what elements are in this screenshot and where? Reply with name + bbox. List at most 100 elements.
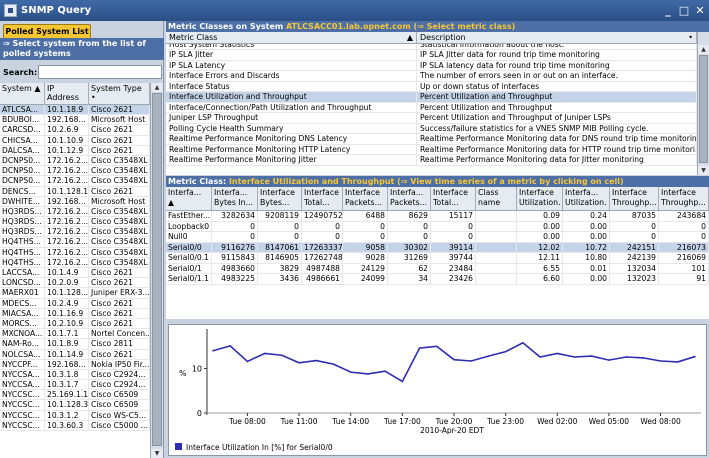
table-cell[interactable]: 39744 (431, 253, 476, 263)
table-row[interactable]: NAM-Ro... 10.1.8.9 Cisco 2811 (0, 339, 150, 350)
list-item[interactable]: Interface Status Up or down status of int… (166, 81, 697, 92)
table-cell[interactable]: 0 (388, 232, 431, 242)
table-cell[interactable]: 24129 (343, 263, 388, 273)
table-cell[interactable]: 0 (212, 232, 258, 242)
table-row[interactable]: NYCCSC... 10.1.128.3 Cisco C6509 (0, 400, 150, 411)
table-row[interactable]: FastEther... 3282634 9208119 12490752 6488 86… (166, 211, 709, 222)
table-row[interactable]: ATLCSA... 10.1.18.9 Cisco 2621 (0, 105, 150, 116)
column-header[interactable]: Interfa... Packets... (388, 187, 431, 210)
table-cell[interactable]: 9116276 (212, 242, 258, 252)
column-header[interactable]: Interface Total... (431, 187, 476, 210)
column-header[interactable]: Interface Bytes... (258, 187, 302, 210)
table-row[interactable]: HQ3RDS... 172.16.2... Cisco C3548XL (0, 227, 150, 238)
table-cell[interactable]: 9115843 (212, 253, 258, 263)
table-cell[interactable]: 132023 (610, 274, 659, 284)
table-cell[interactable] (476, 263, 517, 273)
table-cell[interactable]: FastEther... (166, 211, 212, 221)
table-cell[interactable]: 0.00 (563, 221, 610, 231)
table-cell[interactable]: Serial0/0.1 (166, 253, 212, 263)
table-cell[interactable]: 132034 (610, 263, 659, 273)
table-cell[interactable]: 6488 (343, 211, 388, 221)
table-cell[interactable]: 0 (388, 221, 431, 231)
table-cell[interactable]: 216069 (659, 253, 709, 263)
table-cell[interactable] (476, 274, 517, 284)
column-header[interactable]: System Type • (89, 83, 150, 104)
table-cell[interactable]: 9028 (343, 253, 388, 263)
table-cell[interactable]: 243684 (659, 211, 709, 221)
table-row[interactable]: LACCSA... 10.1.4.9 Cisco 2621 (0, 268, 150, 279)
table-cell[interactable]: 242151 (610, 242, 659, 252)
scroll-thumb[interactable] (699, 55, 708, 163)
table-cell[interactable]: 91 (659, 274, 709, 284)
table-cell[interactable] (476, 242, 517, 252)
table-cell[interactable]: 15117 (431, 211, 476, 221)
table-cell[interactable]: 0.00 (563, 274, 610, 284)
table-cell[interactable]: Null0 (166, 232, 212, 242)
table-cell[interactable]: 4987488 (302, 263, 343, 273)
table-row[interactable]: MAERX01 10.1.128... Juniper ERX-3... (0, 288, 150, 299)
table-cell[interactable]: 4983660 (212, 263, 258, 273)
table-cell[interactable]: 0.00 (517, 232, 563, 242)
list-item[interactable]: Juniper LSP Throughput Percent Utilizatio… (166, 113, 697, 124)
column-header[interactable]: Interfa... Utilization... (563, 187, 610, 210)
table-row[interactable]: CHICSA... 10.1.10.9 Cisco 2621 (0, 135, 150, 146)
table-cell[interactable]: 4986661 (302, 274, 343, 284)
table-row[interactable]: MIACSA... 10.1.16.9 Cisco 2621 (0, 308, 150, 319)
table-cell[interactable]: 23484 (431, 263, 476, 273)
table-row[interactable]: NYCCSC... 10.3.1.2 Cisco WS-C5... (0, 410, 150, 421)
table-row[interactable]: NYCCPF... 192.168... Nokia IP50 Fir... (0, 359, 150, 370)
table-row[interactable]: MORCS... 10.2.10.9 Cisco 2621 (0, 318, 150, 330)
table-cell[interactable]: 8629 (388, 211, 431, 221)
table-cell[interactable]: 101 (659, 263, 709, 273)
table-cell[interactable]: 0.09 (517, 211, 563, 221)
table-cell[interactable]: 24099 (343, 274, 388, 284)
list-item[interactable]: IP SLA Latency IP SLA latency data for ro… (166, 60, 697, 71)
table-row[interactable]: HQ3RDS... 172.16.2... Cisco C3548XL (0, 217, 150, 228)
table-row[interactable]: Loopback0 0 0 0 0 0 0 0.00 0.00 0 0 (166, 221, 709, 232)
scroll-down-icon[interactable]: ▼ (698, 166, 709, 175)
table-cell[interactable]: 0 (610, 221, 659, 231)
table-cell[interactable]: 0 (212, 221, 258, 231)
column-header[interactable]: Interface Throughp... (659, 187, 709, 210)
table-cell[interactable]: 30302 (388, 242, 431, 252)
table-cell[interactable]: 39114 (431, 242, 476, 252)
table-cell[interactable]: 0 (659, 232, 709, 242)
close-icon[interactable]: ✕ (693, 4, 707, 17)
list-item[interactable]: Realtime Performance Monitoring DNS Late… (166, 134, 697, 145)
scroll-down-icon[interactable]: ▼ (151, 449, 163, 458)
table-row[interactable]: LONCSD... 10.2.0.9 Cisco 2621 (0, 278, 150, 289)
column-header[interactable]: Interface Total... (302, 187, 343, 210)
column-metric-class[interactable]: Metric Class ▲ (166, 32, 417, 43)
table-row[interactable]: NOLCSA... 10.1.14.9 Cisco 2621 (0, 349, 150, 360)
list-item[interactable]: IP SLA Jitter IP SLA Jitter data for roun… (166, 50, 697, 61)
table-cell[interactable]: 3829 (258, 263, 302, 273)
table-cell[interactable]: 0 (431, 221, 476, 231)
table-row[interactable]: NYCCSC... 10.3.60.3 Cisco C5000 ... (0, 420, 150, 431)
table-cell[interactable]: Serial0/0 (166, 242, 212, 252)
list-item[interactable]: Realtime Performance Monitoring HTTP Lat… (166, 144, 697, 155)
column-description[interactable]: Description • (417, 32, 697, 43)
column-header[interactable]: Interfa... Bytes In... (212, 187, 258, 210)
table-cell[interactable]: 9058 (343, 242, 388, 252)
table-cell[interactable]: 8147061 (258, 242, 302, 252)
table-cell[interactable]: 0 (343, 221, 388, 231)
table-cell[interactable]: 216073 (659, 242, 709, 252)
table-cell[interactable]: 0.00 (517, 221, 563, 231)
table-row[interactable]: DCNPS0... 172.16.2... Cisco C3548XL (0, 176, 150, 187)
table-cell[interactable]: 12.02 (517, 242, 563, 252)
table-cell[interactable] (476, 253, 517, 263)
table-cell[interactable]: 0 (659, 221, 709, 231)
table-cell[interactable]: 10.80 (563, 253, 610, 263)
table-row[interactable]: Serial0/1.1 4983225 3436 4986661 24099 34 2342… (166, 274, 709, 285)
table-cell[interactable]: 0.00 (563, 232, 610, 242)
table-cell[interactable]: 0 (258, 221, 302, 231)
system-table-scrollbar[interactable]: ▲ ▼ (150, 83, 163, 458)
table-row[interactable]: HQ4THS... 172.16.2... Cisco C3548XL (0, 257, 150, 268)
column-header[interactable]: Interface Throughp... (610, 187, 659, 210)
table-row[interactable]: MXCNOA... 10.1.7.1 Nortel Concen... (0, 329, 150, 340)
table-cell[interactable]: 0 (610, 232, 659, 242)
table-cell[interactable]: 8146905 (258, 253, 302, 263)
minimize-icon[interactable]: _ (661, 4, 675, 17)
table-row[interactable]: HQ4THS... 172.16.2... Cisco C3548XL (0, 237, 150, 248)
table-row[interactable]: MDECS... 10.2.4.9 Cisco 2621 (0, 298, 150, 309)
